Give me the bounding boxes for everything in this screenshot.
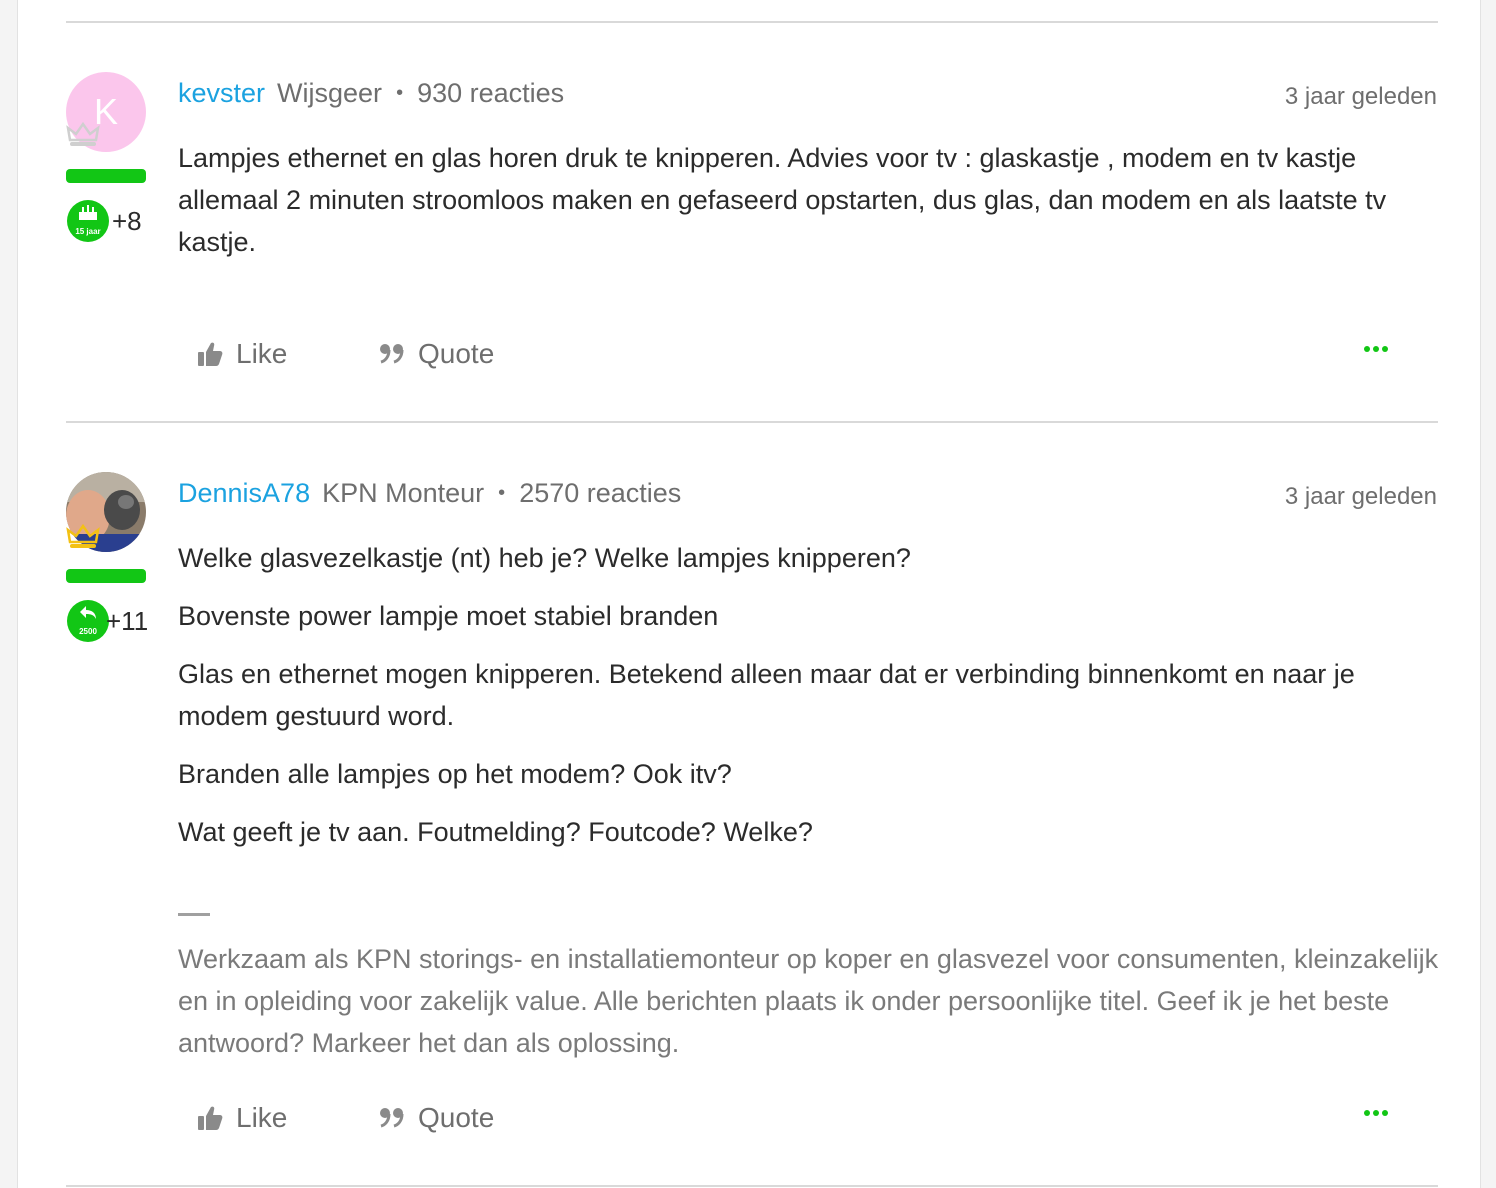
post-actions: Like Quote [196,338,1400,378]
thumbs-up-icon [198,1106,223,1130]
username-link[interactable]: kevster [178,78,265,108]
like-button[interactable]: Like [196,338,287,370]
post-timestamp[interactable]: 3 jaar geleden [1285,483,1437,511]
badge-count: +8 [112,206,142,236]
signature-text: Werkzaam als KPN storings- en installati… [178,944,1439,1058]
post-paragraph: Bovenste power lampje moet stabiel brand… [178,601,719,631]
post-actions: Like Quote [196,1102,1400,1142]
signature-divider [178,913,210,916]
post-paragraph: Wat geeft je tv aan. Foutmelding? Foutco… [178,817,813,847]
user-role: Wijsgeer [277,78,383,108]
separator: • [396,82,404,104]
username-link[interactable]: DennisA78 [178,478,310,508]
separator: • [498,482,506,504]
like-button[interactable]: Like [196,1102,287,1134]
post-meta: DennisA78 KPN Monteur • 2570 reacties [178,478,681,509]
post-paragraph: Branden alle lampjes op het modem? Ook i… [178,759,732,789]
post-divider [66,421,1438,423]
badge-count: +11 [106,606,149,636]
post-timestamp[interactable]: 3 jaar geleden [1285,83,1437,111]
reply-badge-icon[interactable]: 2500 [67,600,109,642]
more-dots-icon[interactable] [1364,1110,1388,1116]
quote-icon [380,344,404,364]
post-paragraph: Welke glasvezelkastje (nt) heb je? Welke… [178,543,911,573]
thumbs-up-icon [198,342,223,366]
post-body: Lampjes ethernet en glas horen druk te k… [178,137,1440,279]
post-paragraph: Lampjes ethernet en glas horen druk te k… [178,143,1387,257]
like-label: Like [236,338,288,369]
post-divider [66,21,1438,23]
rank-bar [66,169,146,183]
crown-icon [66,523,100,548]
quote-button[interactable]: Quote [378,1102,494,1134]
user-role: KPN Monteur [322,478,485,508]
quote-label: Quote [418,1102,495,1133]
crown-icon [66,121,100,146]
quote-button[interactable]: Quote [378,338,494,370]
quote-label: Quote [418,338,495,369]
post-body: Welke glasvezelkastje (nt) heb je? Welke… [178,537,1440,1064]
anniversary-badge-icon[interactable]: 15 jaar [67,200,109,242]
quote-icon [380,1108,404,1128]
post-meta: kevster Wijsgeer • 930 reacties [178,78,564,109]
more-dots-icon[interactable] [1364,346,1388,352]
rank-bar [66,569,146,583]
reaction-count: 930 reacties [417,78,565,108]
post-paragraph: Glas en ethernet mogen knipperen. Beteke… [178,659,1355,731]
post-divider [66,1185,1438,1187]
reaction-count: 2570 reacties [519,478,682,508]
like-label: Like [236,1102,288,1133]
